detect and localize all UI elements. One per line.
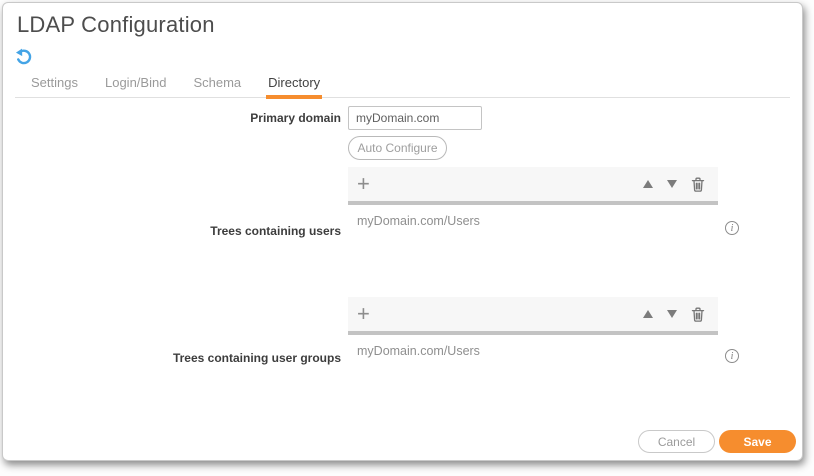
tab-schema[interactable]: Schema xyxy=(193,75,241,97)
delete-tree-button[interactable] xyxy=(691,307,705,322)
primary-domain-label: Primary domain xyxy=(3,111,341,125)
tab-directory[interactable]: Directory xyxy=(268,75,320,97)
trees-groups-label: Trees containing user groups xyxy=(3,351,341,365)
move-down-icon[interactable] xyxy=(667,180,677,188)
tab-settings[interactable]: Settings xyxy=(31,75,78,97)
tab-login-bind[interactable]: Login/Bind xyxy=(105,75,166,97)
move-up-icon[interactable] xyxy=(643,180,653,188)
save-button[interactable]: Save xyxy=(719,430,796,453)
ldap-configuration-window: LDAP Configuration Settings Login/Bind S… xyxy=(2,2,803,461)
cancel-button[interactable]: Cancel xyxy=(638,430,715,453)
users-list-toolbar: + xyxy=(348,167,718,201)
page-title: LDAP Configuration xyxy=(17,12,215,38)
plus-icon: + xyxy=(357,171,370,196)
trees-users-label: Trees containing users xyxy=(3,224,341,238)
undo-back-arrow-icon xyxy=(15,54,34,71)
back-button[interactable] xyxy=(15,48,35,68)
move-up-icon[interactable] xyxy=(643,310,653,318)
users-tree-row[interactable]: myDomain.com/Users xyxy=(348,205,718,228)
info-icon-users[interactable]: i xyxy=(725,221,739,235)
move-down-icon[interactable] xyxy=(667,310,677,318)
info-glyph: i xyxy=(731,223,734,234)
info-icon-groups[interactable]: i xyxy=(725,349,739,363)
add-tree-button[interactable]: + xyxy=(357,304,370,324)
add-tree-button[interactable]: + xyxy=(357,174,370,194)
auto-configure-button[interactable]: Auto Configure xyxy=(348,136,447,160)
delete-tree-button[interactable] xyxy=(691,177,705,192)
trash-icon xyxy=(691,307,705,322)
groups-tree-list: + myDomain.com/Users xyxy=(348,297,718,386)
tab-bar: Settings Login/Bind Schema Directory xyxy=(15,74,790,98)
users-tree-list: + myDomain.com/Users xyxy=(348,167,718,286)
info-glyph: i xyxy=(731,351,734,362)
groups-tree-row[interactable]: myDomain.com/Users xyxy=(348,335,718,358)
trash-icon xyxy=(691,177,705,192)
groups-list-toolbar: + xyxy=(348,297,718,331)
primary-domain-input[interactable] xyxy=(348,106,482,130)
plus-icon: + xyxy=(357,301,370,326)
